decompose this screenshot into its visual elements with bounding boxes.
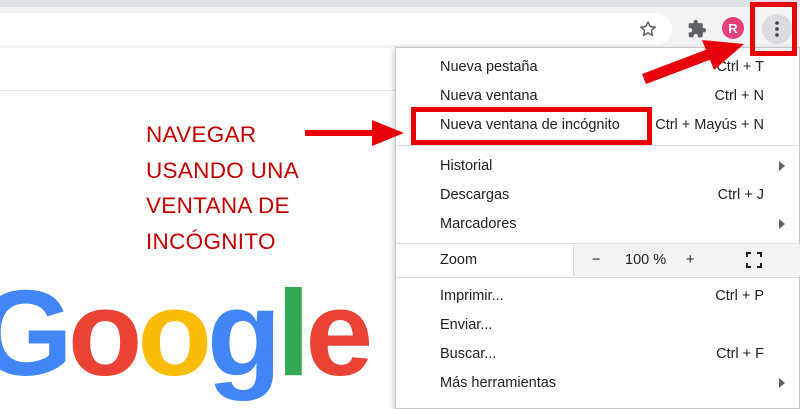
arrow-to-incognito-head <box>372 120 404 146</box>
annotation-arrows <box>305 40 744 146</box>
arrow-to-menu-shaft <box>642 49 712 84</box>
arrow-to-incognito-shaft <box>305 130 375 136</box>
arrow-to-menu-head <box>702 40 744 70</box>
